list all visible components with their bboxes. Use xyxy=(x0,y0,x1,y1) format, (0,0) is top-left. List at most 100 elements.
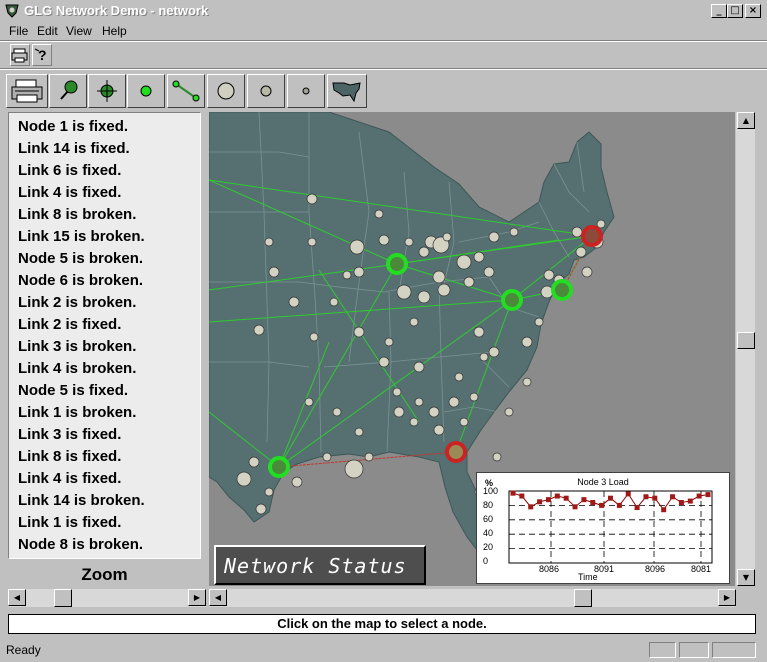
menu-separator xyxy=(0,40,767,42)
load-data-point xyxy=(696,493,702,499)
load-data-point xyxy=(661,507,667,513)
load-data-point xyxy=(687,498,693,504)
svg-text:?: ? xyxy=(38,47,47,63)
log-entry: Node 8 is broken. xyxy=(18,536,144,553)
y-tick-label: 20 xyxy=(483,542,494,552)
load-data-point xyxy=(519,493,525,499)
load-data-point xyxy=(563,495,569,501)
load-data-point xyxy=(608,495,613,501)
x-tick-label: 8081 xyxy=(691,564,712,574)
pan-tool-button[interactable] xyxy=(49,74,87,108)
log-entry: Node 5 is fixed. xyxy=(18,382,129,399)
maximize-button[interactable]: □ xyxy=(727,4,743,18)
log-entry: Node 1 is fixed. xyxy=(18,118,129,135)
printer-icon xyxy=(11,79,43,103)
log-entry: Link 2 is broken. xyxy=(18,294,137,311)
minimize-button[interactable]: _ xyxy=(711,4,727,18)
log-entry: Link 1 is broken. xyxy=(18,404,137,421)
app-icon xyxy=(5,4,19,18)
print-button[interactable] xyxy=(10,44,30,66)
crosshair-icon xyxy=(97,80,117,102)
pin-icon xyxy=(60,80,78,100)
small-node-button[interactable] xyxy=(287,74,325,108)
select-tool-button[interactable] xyxy=(88,74,126,108)
menu-file[interactable]: File xyxy=(9,24,28,38)
print-map-button[interactable] xyxy=(6,74,48,108)
network-status-label: Network Status xyxy=(224,554,407,578)
vertical-scroll-thumb[interactable] xyxy=(737,332,755,349)
log-entry: Link 2 is fixed. xyxy=(18,316,122,333)
load-data-point xyxy=(554,493,560,499)
log-entry: Link 14 is broken. xyxy=(18,492,145,509)
scroll-right-button[interactable]: ▶ xyxy=(718,589,736,606)
load-data-point xyxy=(572,504,578,510)
log-entry: Link 6 is fixed. xyxy=(18,162,122,179)
large-node-button[interactable] xyxy=(207,74,245,108)
load-data-point xyxy=(510,490,516,496)
help-question-icon: ? xyxy=(34,47,47,63)
window-title: GLG Network Demo - network xyxy=(24,3,209,18)
status-pane xyxy=(712,642,756,658)
load-data-point xyxy=(537,499,543,505)
status-pane xyxy=(679,642,709,658)
printer-icon xyxy=(11,48,28,63)
log-horizontal-scrollbar[interactable]: ◀ ▶ xyxy=(8,589,206,607)
load-data-point xyxy=(678,500,684,506)
status-text: Ready xyxy=(6,643,41,657)
log-entry: Node 6 is broken. xyxy=(18,272,144,289)
load-data-point xyxy=(616,502,622,508)
scroll-up-button[interactable]: ▲ xyxy=(737,112,755,129)
y-tick-label: 80 xyxy=(483,500,494,510)
log-entry: Link 4 is broken. xyxy=(18,360,137,377)
menu-help[interactable]: Help xyxy=(102,24,127,38)
small-circle-icon xyxy=(302,87,310,95)
load-data-point xyxy=(528,504,534,510)
log-entry: Node 5 is broken. xyxy=(18,250,144,267)
load-data-point xyxy=(643,494,649,500)
load-data-point xyxy=(634,505,640,511)
log-entry: Link 15 is broken. xyxy=(18,228,145,245)
add-node-button[interactable] xyxy=(127,74,165,108)
x-tick-label: 8096 xyxy=(645,564,666,574)
log-entry: Link 4 is fixed. xyxy=(18,184,122,201)
help-button[interactable]: ? xyxy=(32,44,52,66)
log-horizontal-thumb[interactable] xyxy=(54,589,72,607)
load-data-point xyxy=(599,502,605,508)
load-data-point xyxy=(625,491,631,497)
load-data-point xyxy=(652,495,658,501)
zoom-label: Zoom xyxy=(81,565,128,584)
title-bar[interactable]: GLG Network Demo - network _ □ × xyxy=(0,0,767,22)
node-icon xyxy=(140,85,152,97)
load-data-point xyxy=(581,497,587,503)
scroll-left-button[interactable]: ◀ xyxy=(209,589,227,606)
y-tick-label: 40 xyxy=(483,528,494,538)
log-entry: Link 1 is fixed. xyxy=(18,514,122,531)
log-entry: Link 3 is fixed. xyxy=(18,426,122,443)
log-entry: Link 8 is fixed. xyxy=(18,448,122,465)
us-map-icon xyxy=(332,82,361,103)
large-circle-icon xyxy=(217,82,235,100)
menu-view[interactable]: View xyxy=(66,24,92,38)
toolbar-separator xyxy=(0,68,767,70)
network-status-button[interactable]: Network Status xyxy=(214,545,426,585)
close-button[interactable]: × xyxy=(745,4,761,18)
log-entry: Link 8 is broken. xyxy=(18,206,137,223)
scroll-down-button[interactable]: ▼ xyxy=(737,569,755,586)
link-icon xyxy=(172,80,200,102)
event-log-list[interactable]: Node 1 is fixed. Link 14 is fixed. Link 6 … xyxy=(8,112,201,559)
menu-edit[interactable]: Edit xyxy=(37,24,58,38)
map-horizontal-thumb[interactable] xyxy=(574,589,592,607)
load-data-point xyxy=(705,492,711,498)
log-entry: Link 4 is fixed. xyxy=(18,470,122,487)
map-horizontal-scrollbar[interactable]: ◀ ▶ xyxy=(209,589,736,607)
scroll-right-button[interactable]: ▶ xyxy=(188,589,206,606)
map-vertical-scrollbar[interactable]: ▲ ▼ xyxy=(736,112,755,586)
log-entry: Link 14 is fixed. xyxy=(18,140,130,157)
medium-node-button[interactable] xyxy=(247,74,285,108)
add-link-button[interactable] xyxy=(167,74,205,108)
chart-x-label: Time xyxy=(578,572,598,582)
node-load-chart: Node 3 Load % 100 80 60 40 20 0 8086 8091 8096 8… xyxy=(476,472,730,584)
map-view-button[interactable] xyxy=(327,74,367,108)
status-pane xyxy=(649,642,676,658)
scroll-left-button[interactable]: ◀ xyxy=(8,589,26,606)
